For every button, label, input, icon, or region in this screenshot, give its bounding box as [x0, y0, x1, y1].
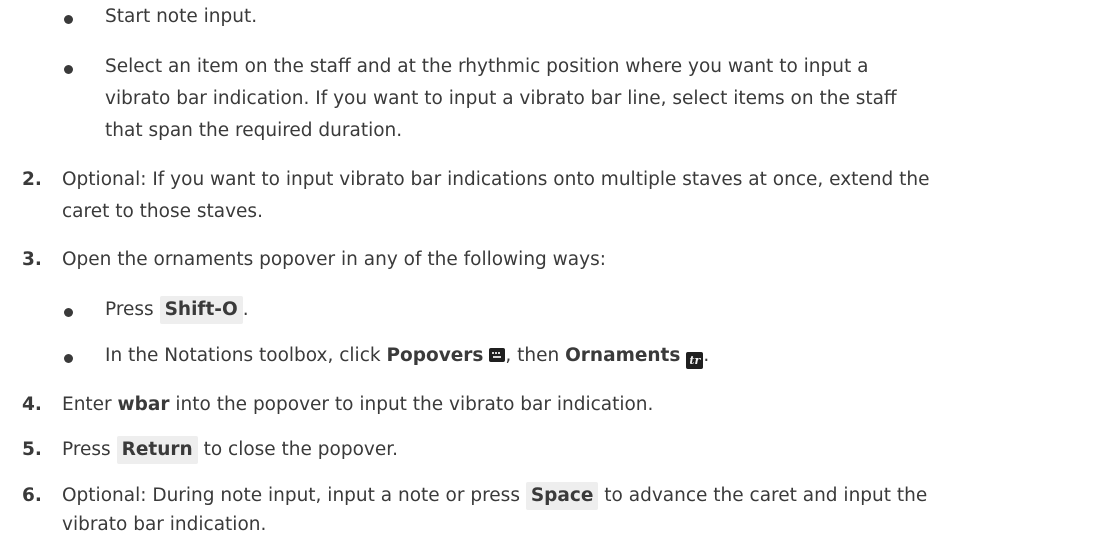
- step-text-line: Optional: If you want to input vibrato b…: [62, 169, 930, 190]
- bullet-text-line: that span the required duration.: [105, 120, 403, 141]
- shortcut-key: Shift-O: [159, 296, 243, 324]
- ui-term-popovers: Popovers: [386, 345, 484, 366]
- text: In the Notations toolbox, click: [105, 345, 387, 366]
- step-text-line: caret to those staves.: [62, 201, 263, 222]
- text: into the popover to input the vibrato ba…: [169, 394, 654, 415]
- bullet-icon: [64, 65, 76, 77]
- step-text: Press Return to close the popover.: [62, 435, 1102, 465]
- bullet-text: Press Shift-O.: [105, 295, 1095, 325]
- bullet-text: Start note input.: [105, 6, 258, 27]
- keyboard-icon: [489, 348, 506, 362]
- step-number: 5.: [22, 439, 42, 460]
- bullet-text-line: vibrato bar indication. If you want to i…: [105, 88, 897, 109]
- step-number: 6.: [22, 485, 42, 506]
- text: to close the popover.: [197, 439, 399, 460]
- bullet-text-line: Select an item on the staff and at the r…: [105, 56, 869, 77]
- step-number: 4.: [22, 394, 42, 415]
- shortcut-key: Return: [116, 436, 198, 464]
- ui-term-ornaments: Ornaments: [565, 345, 681, 366]
- text: Press: [105, 299, 160, 320]
- step-text: Open the ornaments popover in any of the…: [62, 249, 606, 270]
- step-text-line: vibrato bar indication.: [62, 514, 267, 535]
- trill-icon: tr: [686, 352, 704, 369]
- popover-code: wbar: [117, 394, 170, 415]
- step-number: 2.: [22, 169, 42, 190]
- text: Optional: During note input, input a not…: [62, 485, 526, 506]
- text: .: [703, 345, 710, 366]
- bullet-icon: [64, 308, 76, 320]
- text: to advance the caret and input the: [598, 485, 928, 506]
- step-text: Enter wbar into the popover to input the…: [62, 390, 1102, 420]
- bullet-icon: [64, 15, 76, 27]
- text: .: [242, 299, 249, 320]
- step-number: 3.: [22, 249, 42, 270]
- step-text-line: Optional: During note input, input a not…: [62, 481, 1102, 511]
- bullet-icon: [64, 354, 76, 366]
- text: Press: [62, 439, 117, 460]
- bullet-text: In the Notations toolbox, click Popovers…: [105, 341, 1095, 371]
- text: Enter: [62, 394, 118, 415]
- shortcut-key: Space: [525, 482, 599, 510]
- text: , then: [505, 345, 566, 366]
